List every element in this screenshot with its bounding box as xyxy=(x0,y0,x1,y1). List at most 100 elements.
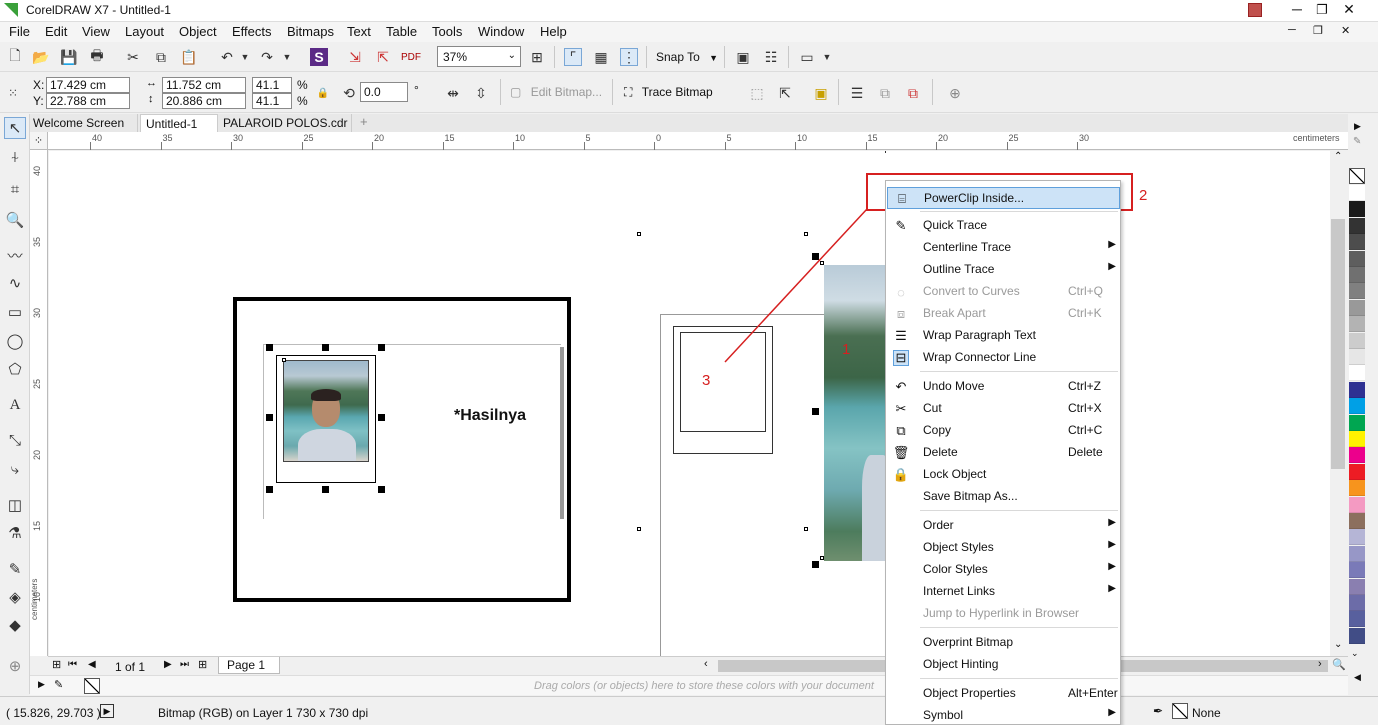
copy-icon[interactable]: ⧉ xyxy=(152,48,170,66)
menu-item-symbol[interactable]: Symbol ▶ xyxy=(887,705,1120,725)
zoom-navigator-icon[interactable]: 🔍 xyxy=(1332,658,1346,671)
palette-swatch[interactable] xyxy=(1349,578,1365,595)
palette-swatch[interactable] xyxy=(1349,381,1365,398)
palette-swatch[interactable] xyxy=(1349,447,1365,464)
menu-item-delete[interactable]: 🗑 Delete Delete xyxy=(887,442,1120,464)
crop-tool-icon[interactable]: ⌗ xyxy=(4,178,26,200)
redo-icon[interactable]: ↷ xyxy=(258,48,276,66)
first-page-icon[interactable]: ⏮ xyxy=(68,659,77,670)
minimize-button[interactable]: ─ xyxy=(1288,2,1306,18)
to-front-icon[interactable]: ⧉ xyxy=(876,84,894,102)
snap-to-button[interactable]: Snap To ▼ xyxy=(656,50,718,64)
show-grid-icon[interactable]: ▦ xyxy=(592,48,610,66)
page-tab[interactable]: Page 1 xyxy=(218,657,280,674)
show-guidelines-icon[interactable]: ⋮ xyxy=(620,48,638,66)
hscroll-left-icon[interactable]: ‹ xyxy=(704,658,708,670)
add-page-icon[interactable]: ⊞ xyxy=(52,658,61,671)
polygon-tool-icon[interactable]: ⬠ xyxy=(4,358,26,380)
edit-bitmap-button[interactable]: ▢ Edit Bitmap... xyxy=(510,85,602,99)
menu-table[interactable]: Table xyxy=(386,24,417,39)
menu-item-cut[interactable]: ✂ Cut Ctrl+X xyxy=(887,398,1120,420)
menu-object[interactable]: Object xyxy=(179,24,217,39)
menu-layout[interactable]: Layout xyxy=(125,24,164,39)
palette-expand-icon[interactable]: ◀ xyxy=(1354,672,1361,683)
mirror-horizontal-icon[interactable]: ⇹ xyxy=(444,84,462,102)
palette-swatch[interactable] xyxy=(1349,513,1365,529)
height-field[interactable]: 20.886 cm xyxy=(162,93,246,109)
scroll-down-icon[interactable]: ⌄ xyxy=(1334,639,1342,650)
show-rulers-icon[interactable]: ⌜ xyxy=(564,48,582,66)
trace-bitmap-button[interactable]: ⛶ Trace Bitmap xyxy=(624,85,713,100)
freehand-tool-icon[interactable]: 〰 xyxy=(4,244,26,266)
paste-icon[interactable]: 📋 xyxy=(180,48,198,66)
palette-swatch[interactable] xyxy=(1349,349,1365,365)
menu-item-copy[interactable]: ⧉ Copy Ctrl+C xyxy=(887,420,1120,442)
application-launcher-icon[interactable]: ▭ xyxy=(798,48,816,66)
palette-swatch[interactable] xyxy=(1349,414,1365,431)
menu-item-powerclip-inside[interactable]: ⌸ PowerClip Inside... xyxy=(887,187,1120,209)
rotation-field[interactable]: 0.0 xyxy=(360,82,408,102)
menu-help[interactable]: Help xyxy=(540,24,567,39)
palette-swatch[interactable] xyxy=(1349,365,1365,382)
publish-pdf-icon[interactable]: PDF xyxy=(401,48,421,66)
text-tool-icon[interactable]: A xyxy=(4,394,26,416)
menu-item-object-styles[interactable]: Object Styles ▶ xyxy=(887,537,1120,559)
tab-welcome-screen[interactable]: Welcome Screen xyxy=(30,114,138,132)
window-restore-button[interactable]: ❐ xyxy=(1313,24,1323,37)
zoom-select[interactable]: 37% ⌄ xyxy=(437,46,521,67)
add-page-end-icon[interactable]: ⊞ xyxy=(198,658,207,671)
scale-y-field[interactable]: 41.1 xyxy=(252,93,292,109)
menu-item-save-bitmap-as[interactable]: Save Bitmap As... xyxy=(887,486,1120,508)
palette-swatch[interactable] xyxy=(1349,267,1365,283)
palette-swatch[interactable] xyxy=(1349,234,1365,251)
undo-icon[interactable]: ↶ xyxy=(218,48,236,66)
prev-page-icon[interactable]: ◀ xyxy=(88,659,96,670)
menu-item-lock-object[interactable]: 🔒 Lock Object xyxy=(887,464,1120,486)
palette-swatch[interactable] xyxy=(1349,217,1365,234)
x-position-field[interactable]: 17.429 cm xyxy=(46,77,130,93)
scroll-up-icon[interactable]: ⌃ xyxy=(1334,151,1342,162)
status-play-icon[interactable]: ▶ xyxy=(100,704,114,718)
shape-tool-icon[interactable]: ⍭ xyxy=(4,146,26,168)
lock-ratio-icon[interactable]: 🔒 xyxy=(314,84,332,102)
export-icon[interactable]: ⇱ xyxy=(374,48,392,66)
crop-bitmap-icon[interactable]: ⬚ xyxy=(748,84,766,102)
menu-item-quick-trace[interactable]: ✎ Quick Trace xyxy=(887,215,1120,237)
doc-palette-arrow-icon[interactable]: ▶ xyxy=(38,679,45,690)
corel-connect-icon[interactable]: S xyxy=(310,48,328,66)
text-wrap-icon[interactable]: ☰ xyxy=(848,84,866,102)
doc-palette-eyedropper-icon[interactable]: ✎ xyxy=(54,678,63,691)
menu-window[interactable]: Window xyxy=(478,24,524,39)
to-back-icon[interactable]: ⧉ xyxy=(904,84,922,102)
menu-item-wrap-connector-line[interactable]: ⊟ Wrap Connector Line xyxy=(887,347,1120,369)
menu-item-outline-trace[interactable]: Outline Trace ▶ xyxy=(887,259,1120,281)
menu-item-object-hinting[interactable]: Object Hinting xyxy=(887,654,1120,676)
smart-fill-icon[interactable]: ◆ xyxy=(4,614,26,636)
tab-palaroid-polos[interactable]: PALAROID POLOS.cdr xyxy=(220,114,352,132)
parallel-dimension-icon[interactable]: ⤡ xyxy=(4,429,26,451)
menu-edit[interactable]: Edit xyxy=(45,24,67,39)
last-page-icon[interactable]: ⏭ xyxy=(180,659,189,670)
artistic-media-icon[interactable]: ∿ xyxy=(4,272,26,294)
welcome-screen-icon[interactable]: ▣ xyxy=(734,48,752,66)
cut-icon[interactable]: ✂ xyxy=(124,48,142,66)
import-icon[interactable]: ⇲ xyxy=(346,48,364,66)
print-icon[interactable]: 🖶 xyxy=(88,47,106,66)
palette-swatch[interactable] xyxy=(1349,496,1365,513)
add-icon[interactable]: ⊕ xyxy=(946,84,964,102)
restore-button[interactable]: ❐ xyxy=(1313,2,1331,18)
options-icon[interactable]: ☷ xyxy=(762,48,780,66)
menu-item-order[interactable]: Order ▶ xyxy=(887,515,1120,537)
menu-bitmaps[interactable]: Bitmaps xyxy=(287,24,334,39)
doc-palette-no-color[interactable] xyxy=(84,678,100,694)
menu-item-wrap-paragraph-text[interactable]: ☰ Wrap Paragraph Text xyxy=(887,325,1120,347)
menu-item-internet-links[interactable]: Internet Links ▶ xyxy=(887,581,1120,603)
vertical-scrollbar[interactable]: ⌃ ⌄ xyxy=(1330,151,1348,656)
palette-more-icon[interactable]: ⌄ xyxy=(1351,648,1359,659)
resample-icon[interactable]: ⇱ xyxy=(776,84,794,102)
menu-item-overprint-bitmap[interactable]: Overprint Bitmap xyxy=(887,632,1120,654)
connector-tool-icon[interactable]: ⤷ xyxy=(4,458,26,480)
next-page-icon[interactable]: ▶ xyxy=(164,659,172,670)
save-icon[interactable]: 💾 xyxy=(60,48,78,66)
palette-swatch[interactable] xyxy=(1349,545,1365,562)
